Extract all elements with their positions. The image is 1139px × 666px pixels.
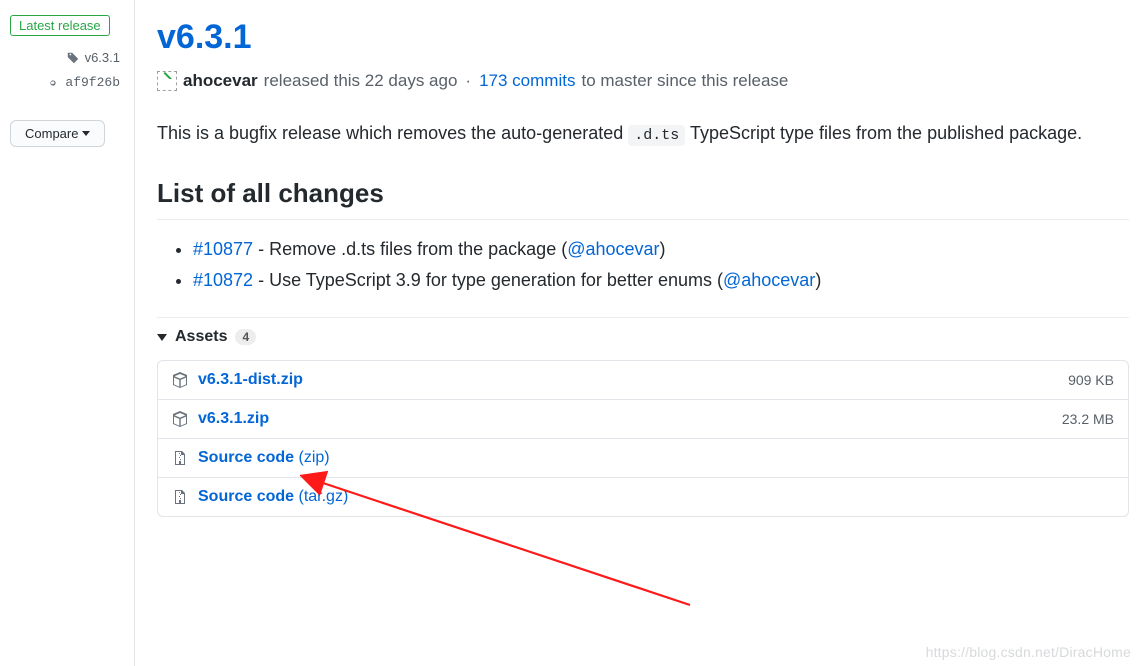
release-meta: ahocevar released this 22 days ago · 173… <box>157 71 1129 91</box>
asset-link[interactable]: Source code (tar.gz) <box>198 488 348 506</box>
file-zip-icon <box>172 489 188 505</box>
watermark: https://blog.csdn.net/DiracHome <box>926 644 1131 660</box>
released-text: released this 22 days ago <box>264 71 458 91</box>
file-zip-icon <box>172 450 188 466</box>
release-description: This is a bugfix release which removes t… <box>157 119 1129 148</box>
asset-size: 909 KB <box>1068 372 1114 388</box>
asset-row: v6.3.1-dist.zip 909 KB <box>158 361 1128 399</box>
divider <box>157 317 1129 318</box>
desc-post: TypeScript type files from the published… <box>690 123 1082 143</box>
avatar[interactable] <box>157 71 177 91</box>
assets-box: v6.3.1-dist.zip 909 KB v6.3.1.zip 23.2 M… <box>157 360 1129 517</box>
assets-label: Assets <box>175 328 227 346</box>
user-link[interactable]: @ahocevar <box>723 270 815 290</box>
asset-link[interactable]: v6.3.1-dist.zip <box>198 371 303 389</box>
author-link[interactable]: ahocevar <box>183 71 258 91</box>
desc-pre: This is a bugfix release which removes t… <box>157 123 628 143</box>
user-link[interactable]: @ahocevar <box>567 239 659 259</box>
asset-size: 23.2 MB <box>1062 411 1114 427</box>
tag-icon <box>66 51 80 65</box>
changes-heading: List of all changes <box>157 178 1129 220</box>
separator-dot: · <box>465 71 471 91</box>
package-icon <box>172 372 188 388</box>
commits-suffix: to master since this release <box>581 71 788 91</box>
issue-link[interactable]: #10877 <box>193 239 253 259</box>
tag-label: v6.3.1 <box>85 50 120 65</box>
package-icon <box>172 411 188 427</box>
latest-release-badge: Latest release <box>10 15 110 36</box>
compare-label: Compare <box>25 126 78 141</box>
inline-code: .d.ts <box>628 125 685 146</box>
commit-row[interactable]: af9f26b <box>10 75 124 90</box>
asset-row: Source code (tar.gz) <box>158 477 1128 516</box>
caret-down-icon <box>82 131 90 136</box>
asset-row: v6.3.1.zip 23.2 MB <box>158 399 1128 438</box>
release-title[interactable]: v6.3.1 <box>157 18 1129 57</box>
issue-link[interactable]: #10872 <box>193 270 253 290</box>
compare-button[interactable]: Compare <box>10 120 105 147</box>
commit-sha: af9f26b <box>65 75 120 90</box>
tag-row[interactable]: v6.3.1 <box>10 50 124 65</box>
assets-count: 4 <box>235 329 256 345</box>
release-main: v6.3.1 ahocevar released this 22 days ag… <box>135 0 1139 666</box>
assets-toggle[interactable]: Assets 4 <box>157 328 1129 346</box>
asset-link[interactable]: Source code (zip) <box>198 449 330 467</box>
commits-link[interactable]: 173 commits <box>479 71 575 91</box>
asset-link[interactable]: v6.3.1.zip <box>198 410 269 428</box>
commit-icon <box>46 76 60 90</box>
triangle-down-icon <box>157 334 167 341</box>
changes-list: #10877 - Remove .d.ts files from the pac… <box>157 234 1129 295</box>
asset-row: Source code (zip) <box>158 438 1128 477</box>
sidebar: Latest release v6.3.1 af9f26b Compare <box>0 0 135 666</box>
change-item: #10872 - Use TypeScript 3.9 for type gen… <box>193 265 1129 296</box>
change-item: #10877 - Remove .d.ts files from the pac… <box>193 234 1129 265</box>
